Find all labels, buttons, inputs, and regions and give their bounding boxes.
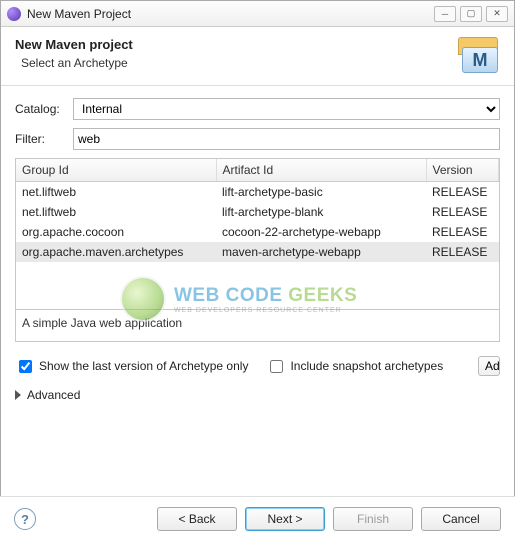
filter-label: Filter: bbox=[15, 132, 65, 146]
maximize-button[interactable]: ▢ bbox=[460, 6, 482, 22]
maven-banner-icon: M bbox=[456, 37, 500, 73]
back-button[interactable]: < Back bbox=[157, 507, 237, 531]
show-last-version-checkbox[interactable]: Show the last version of Archetype only bbox=[15, 357, 248, 376]
catalog-label: Catalog: bbox=[15, 102, 65, 116]
col-group-id[interactable]: Group Id bbox=[16, 159, 216, 182]
advanced-disclosure[interactable]: Advanced bbox=[15, 388, 500, 402]
finish-button[interactable]: Finish bbox=[333, 507, 413, 531]
col-version[interactable]: Version bbox=[426, 159, 499, 182]
chevron-right-icon bbox=[15, 390, 21, 400]
close-button[interactable]: ✕ bbox=[486, 6, 508, 22]
wizard-footer: ? < Back Next > Finish Cancel bbox=[0, 496, 515, 541]
archetype-description: A simple Java web application bbox=[15, 310, 500, 342]
col-artifact-id[interactable]: Artifact Id bbox=[216, 159, 426, 182]
include-snapshot-checkbox[interactable]: Include snapshot archetypes bbox=[266, 357, 443, 376]
archetype-table[interactable]: Group Id Artifact Id Version net.liftweb… bbox=[15, 158, 500, 310]
page-subtitle: Select an Archetype bbox=[15, 56, 446, 70]
add-archetype-button[interactable]: Ad bbox=[478, 356, 500, 376]
show-last-version-input[interactable] bbox=[19, 360, 32, 373]
page-title: New Maven project bbox=[15, 37, 446, 52]
table-row[interactable]: net.liftweb lift-archetype-basic RELEASE bbox=[16, 182, 499, 203]
include-snapshot-input[interactable] bbox=[270, 360, 283, 373]
window-title: New Maven Project bbox=[27, 7, 428, 21]
table-row[interactable]: org.apache.maven.archetypes maven-archet… bbox=[16, 242, 499, 262]
table-row[interactable]: net.liftweb lift-archetype-blank RELEASE bbox=[16, 202, 499, 222]
help-button[interactable]: ? bbox=[14, 508, 36, 530]
cancel-button[interactable]: Cancel bbox=[421, 507, 501, 531]
title-bar: New Maven Project ─ ▢ ✕ bbox=[1, 1, 514, 27]
table-row[interactable]: org.apache.cocoon cocoon-22-archetype-we… bbox=[16, 222, 499, 242]
catalog-select[interactable]: Internal bbox=[73, 98, 500, 120]
next-button[interactable]: Next > bbox=[245, 507, 325, 531]
app-icon bbox=[7, 7, 21, 21]
minimize-button[interactable]: ─ bbox=[434, 6, 456, 22]
wizard-header: New Maven project Select an Archetype M bbox=[1, 27, 514, 86]
filter-input[interactable] bbox=[73, 128, 500, 150]
